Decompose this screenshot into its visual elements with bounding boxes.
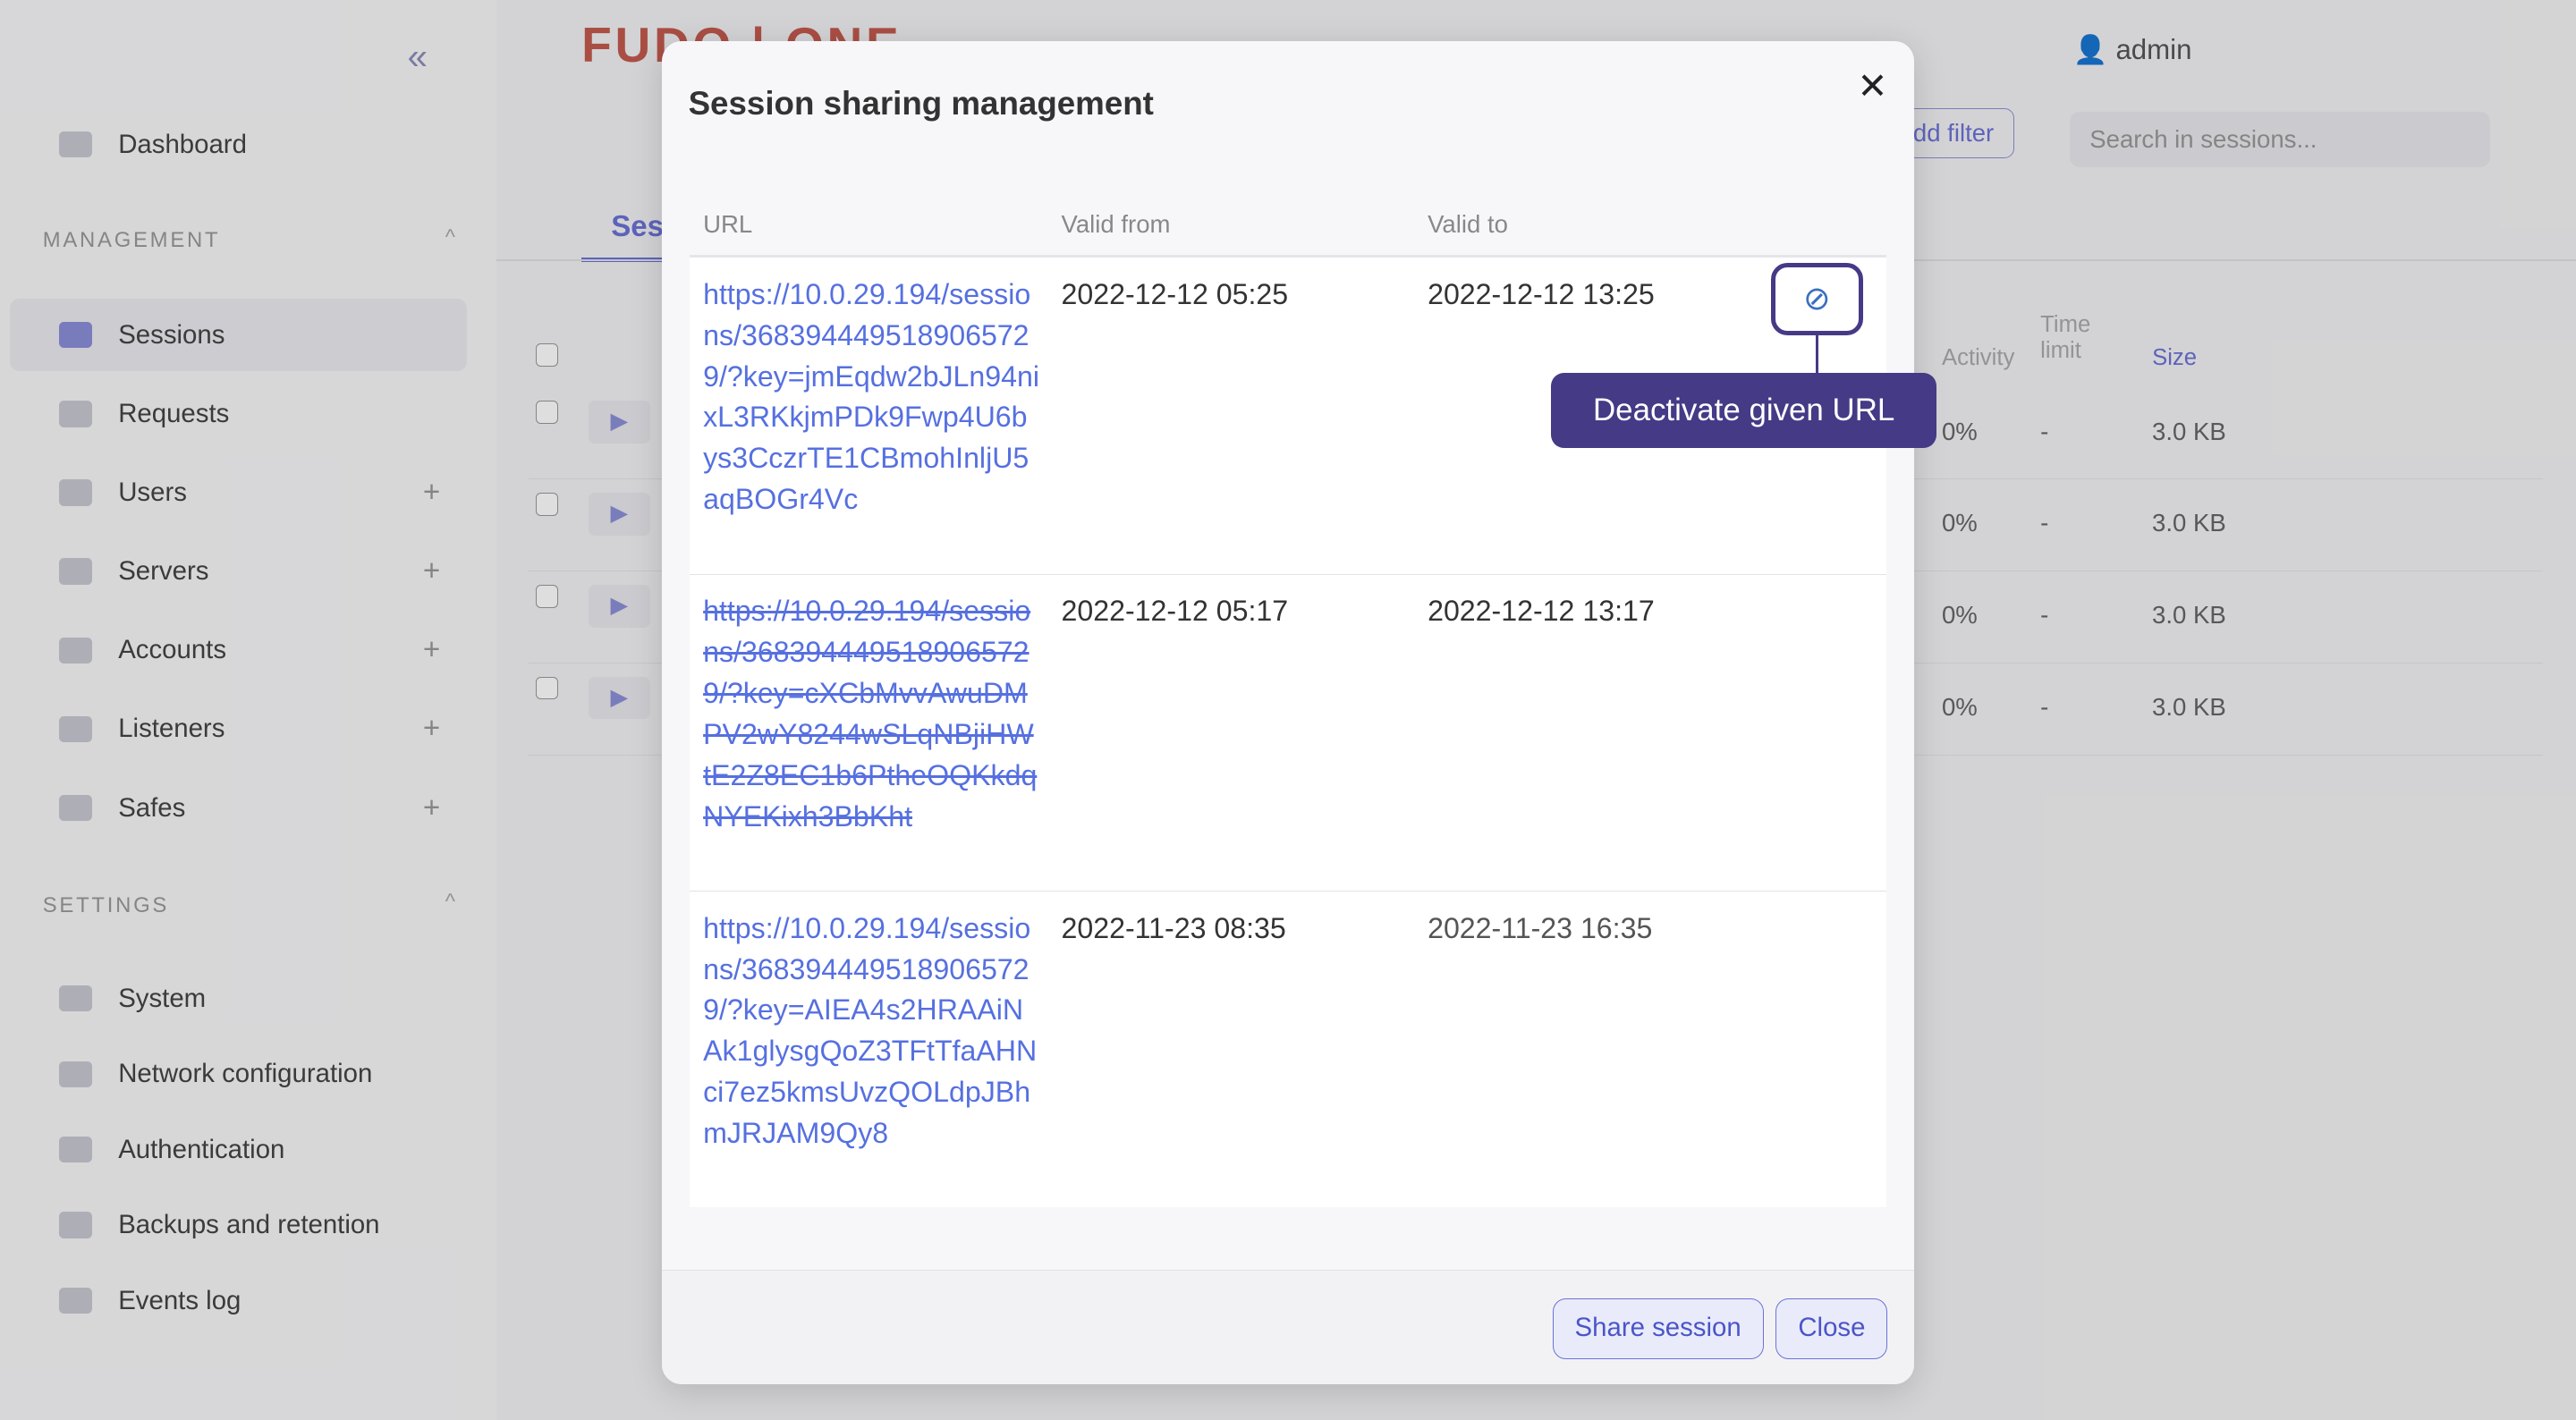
modal-title: Session sharing management: [688, 85, 1154, 123]
modal-footer: Share session Close: [662, 1269, 1914, 1385]
table-row: https://10.0.29.194/sessions/36839444951…: [690, 258, 1937, 575]
ban-icon: ⊘: [1802, 279, 1831, 317]
tooltip-pointer: [1815, 334, 1819, 375]
valid-to: 2022-12-12 13:17: [1428, 595, 1655, 628]
deactivate-url-button[interactable]: ⊘: [1770, 262, 1863, 335]
close-icon[interactable]: ✕: [1858, 64, 1888, 107]
valid-to: 2022-11-23 16:35: [1428, 911, 1653, 944]
valid-from: 2022-12-12 05:25: [1061, 277, 1289, 310]
app: « Dashboard MANAGEMENT ^ Sessions Request…: [0, 0, 2576, 1420]
close-button[interactable]: Close: [1775, 1297, 1888, 1359]
column-url: URL: [703, 210, 753, 239]
share-url-link[interactable]: https://10.0.29.194/sessions/36839444951…: [703, 275, 1041, 521]
shared-urls-table: URL Valid from Valid to https://10.0.29.…: [690, 206, 1937, 1207]
share-url-link[interactable]: https://10.0.29.194/sessions/36839444951…: [703, 909, 1041, 1155]
valid-from: 2022-11-23 08:35: [1061, 911, 1286, 944]
column-valid-from: Valid from: [1061, 210, 1171, 239]
table-header: URL Valid from Valid to: [690, 206, 1886, 258]
table-row: https://10.0.29.194/sessions/36839444951…: [690, 574, 1886, 892]
share-url-link-deactivated[interactable]: https://10.0.29.194/sessions/36839444951…: [703, 591, 1041, 838]
share-session-button[interactable]: Share session: [1552, 1297, 1764, 1359]
tooltip: Deactivate given URL: [1550, 372, 1937, 449]
valid-to: 2022-12-12 13:25: [1428, 277, 1655, 310]
column-valid-to: Valid to: [1428, 210, 1508, 239]
session-sharing-modal: Session sharing management ✕ URL Valid f…: [662, 40, 1937, 1385]
valid-from: 2022-12-12 05:17: [1061, 595, 1289, 628]
table-row: https://10.0.29.194/sessions/36839444951…: [690, 892, 1886, 1207]
